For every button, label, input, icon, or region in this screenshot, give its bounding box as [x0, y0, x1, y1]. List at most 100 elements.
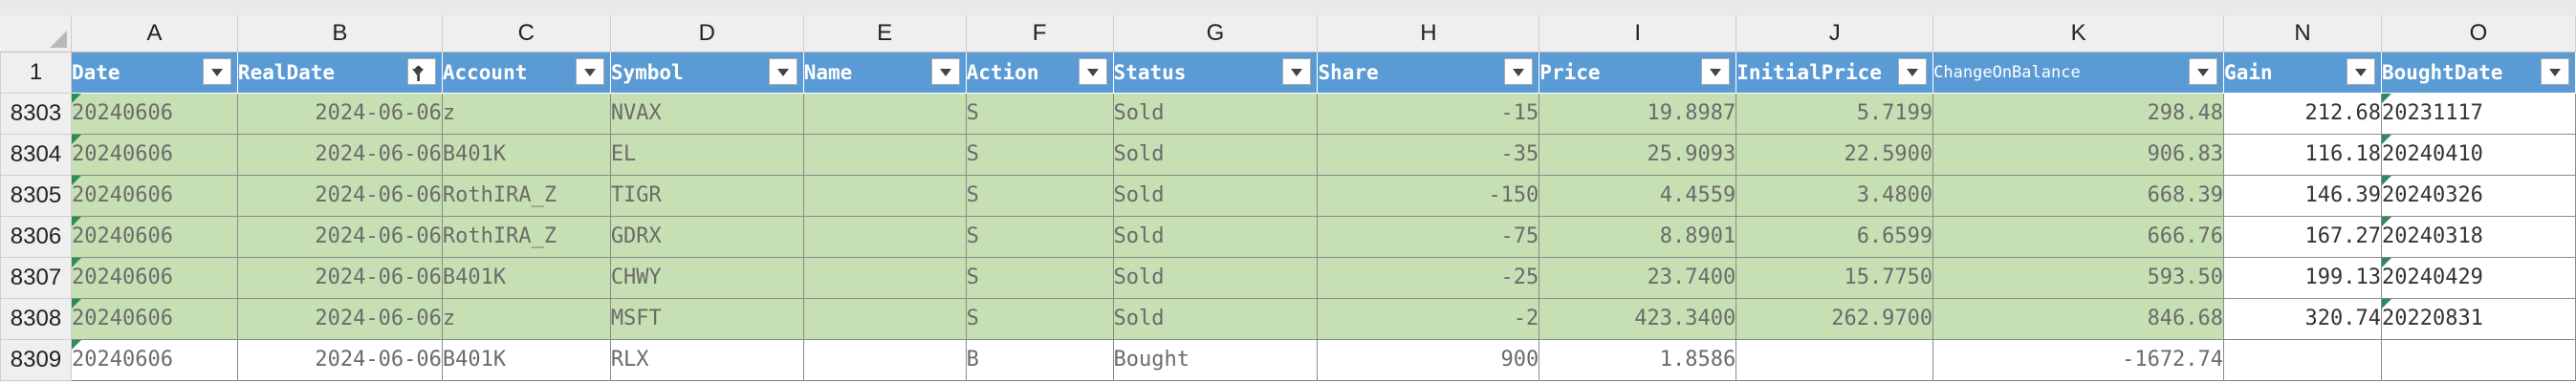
header-cell[interactable]: Price	[1539, 51, 1737, 94]
table-cell[interactable]: 199.13	[2223, 256, 2382, 299]
row-number[interactable]: 8306	[0, 215, 72, 258]
table-cell[interactable]: B401K	[441, 256, 611, 299]
table-cell[interactable]: 900	[1317, 338, 1540, 381]
table-cell[interactable]: 1.8586	[1539, 338, 1737, 381]
table-cell[interactable]	[1736, 338, 1934, 381]
header-cell[interactable]: Action	[965, 51, 1114, 94]
column-letter[interactable]: C	[442, 15, 611, 53]
select-all-corner[interactable]	[0, 15, 72, 53]
table-cell[interactable]	[802, 215, 967, 258]
table-cell[interactable]: B401K	[441, 133, 611, 176]
table-cell[interactable]: 22.5900	[1736, 133, 1934, 176]
table-cell[interactable]: 2024-06-06	[236, 215, 443, 258]
filter-dropdown-icon[interactable]	[2189, 57, 2218, 85]
table-cell[interactable]: S	[965, 256, 1114, 299]
table-cell[interactable]: 593.50	[1932, 256, 2225, 299]
column-letter[interactable]: E	[803, 15, 967, 53]
table-cell[interactable]: 2024-06-06	[236, 133, 443, 176]
table-cell[interactable]: 2024-06-06	[236, 297, 443, 340]
table-cell[interactable]: 666.76	[1932, 215, 2225, 258]
table-cell[interactable]: z	[441, 297, 611, 340]
header-cell[interactable]: Account	[441, 51, 611, 94]
table-cell[interactable]: 15.7750	[1736, 256, 1934, 299]
table-cell[interactable]: 20240606	[70, 92, 238, 135]
header-cell[interactable]: Share	[1317, 51, 1540, 94]
table-cell[interactable]: -75	[1317, 215, 1540, 258]
column-letter[interactable]: G	[1113, 15, 1319, 53]
table-cell[interactable]	[802, 338, 967, 381]
filter-dropdown-icon[interactable]	[1282, 57, 1312, 85]
filter-dropdown-icon[interactable]	[1898, 57, 1928, 85]
table-cell[interactable]: Sold	[1112, 215, 1319, 258]
table-cell[interactable]: -35	[1317, 133, 1540, 176]
filter-dropdown-icon[interactable]	[1078, 57, 1107, 85]
table-cell[interactable]: 116.18	[2223, 133, 2382, 176]
table-cell[interactable]: S	[965, 92, 1114, 135]
table-cell[interactable]	[802, 92, 967, 135]
table-cell[interactable]: EL	[609, 133, 804, 176]
filter-sort-icon[interactable]: ↑	[406, 57, 436, 87]
table-cell[interactable]: Bought	[1112, 338, 1319, 381]
filter-dropdown-icon[interactable]	[768, 57, 797, 85]
table-cell[interactable]: 2024-06-06	[236, 338, 443, 381]
row-number[interactable]: 8305	[0, 174, 72, 217]
table-cell[interactable]: 212.68	[2223, 92, 2382, 135]
header-cell[interactable]: Gain	[2223, 51, 2382, 94]
table-cell[interactable]: 20240606	[70, 297, 238, 340]
table-cell[interactable]: 19.8987	[1539, 92, 1737, 135]
table-cell[interactable]: 423.3400	[1539, 297, 1737, 340]
column-letter[interactable]: O	[2381, 15, 2576, 53]
table-cell[interactable]: NVAX	[609, 92, 804, 135]
table-cell[interactable]: S	[965, 215, 1114, 258]
table-cell[interactable]: RothIRA_Z	[441, 174, 611, 217]
table-cell[interactable]: 20240326	[2380, 174, 2576, 217]
table-cell[interactable]: RothIRA_Z	[441, 215, 611, 258]
filter-dropdown-icon[interactable]	[1701, 57, 1731, 85]
table-cell[interactable]: S	[965, 174, 1114, 217]
table-cell[interactable]	[802, 133, 967, 176]
table-cell[interactable]: 320.74	[2223, 297, 2382, 340]
filter-dropdown-icon[interactable]	[2346, 57, 2375, 85]
table-cell[interactable]: 20240429	[2380, 256, 2576, 299]
table-cell[interactable]: 262.9700	[1736, 297, 1934, 340]
header-cell[interactable]: Date	[70, 51, 238, 94]
table-cell[interactable]: 20220831	[2380, 297, 2576, 340]
table-cell[interactable]: Sold	[1112, 133, 1319, 176]
header-cell[interactable]: Name	[802, 51, 967, 94]
table-cell[interactable]: S	[965, 297, 1114, 340]
filter-dropdown-icon[interactable]	[930, 57, 960, 85]
table-cell[interactable]: TIGR	[609, 174, 804, 217]
table-cell[interactable]: 8.8901	[1539, 215, 1737, 258]
row-number[interactable]: 8304	[0, 133, 72, 176]
table-cell[interactable]: Sold	[1112, 256, 1319, 299]
table-cell[interactable]: 4.4559	[1539, 174, 1737, 217]
table-cell[interactable]	[802, 174, 967, 217]
table-cell[interactable]: 906.83	[1932, 133, 2225, 176]
table-cell[interactable]: 5.7199	[1736, 92, 1934, 135]
table-cell[interactable]: -150	[1317, 174, 1540, 217]
table-cell[interactable]: Sold	[1112, 297, 1319, 340]
table-cell[interactable]: B401K	[441, 338, 611, 381]
column-letter[interactable]: N	[2223, 15, 2382, 53]
row-number[interactable]: 1	[0, 51, 72, 94]
table-cell[interactable]: 146.39	[2223, 174, 2382, 217]
table-cell[interactable]: RLX	[609, 338, 804, 381]
column-letter[interactable]: D	[610, 15, 804, 53]
header-cell[interactable]: ChangeOnBalance	[1932, 51, 2225, 94]
table-cell[interactable]: 6.6599	[1736, 215, 1934, 258]
table-cell[interactable]: 20240606	[70, 215, 238, 258]
column-letter[interactable]: A	[71, 15, 238, 53]
table-cell[interactable]: 20240318	[2380, 215, 2576, 258]
table-cell[interactable]: B	[965, 338, 1114, 381]
table-cell[interactable]	[2380, 338, 2576, 381]
table-cell[interactable]: z	[441, 92, 611, 135]
table-cell[interactable]	[802, 256, 967, 299]
header-cell[interactable]: InitialPrice	[1736, 51, 1934, 94]
table-cell[interactable]: 2024-06-06	[236, 256, 443, 299]
table-cell[interactable]: CHWY	[609, 256, 804, 299]
table-cell[interactable]: 2024-06-06	[236, 92, 443, 135]
row-number[interactable]: 8303	[0, 92, 72, 135]
table-cell[interactable]: 298.48	[1932, 92, 2225, 135]
header-cell[interactable]: Symbol	[609, 51, 804, 94]
table-cell[interactable]: -25	[1317, 256, 1540, 299]
